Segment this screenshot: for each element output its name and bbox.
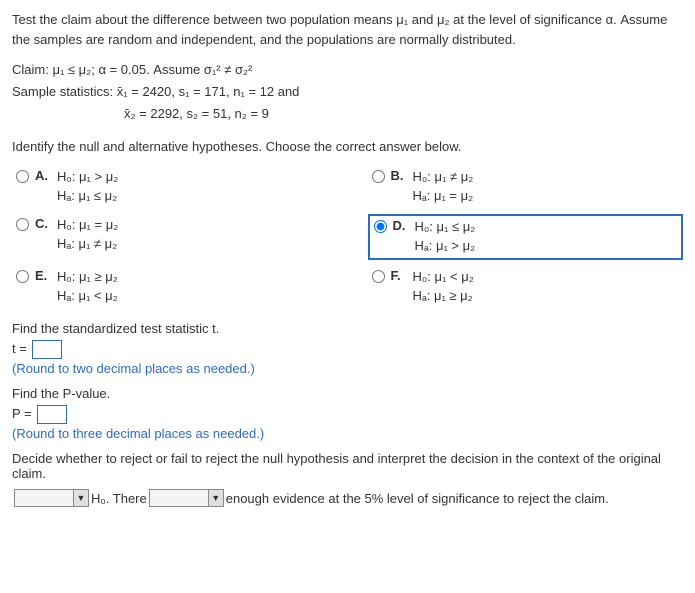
t-input[interactable] xyxy=(32,340,62,359)
choice-letter: C. xyxy=(35,216,51,231)
choice-a-text: H₀: μ₁ > μ₂Hₐ: μ₁ ≤ μ₂ xyxy=(57,168,118,206)
choice-letter: A. xyxy=(35,168,51,183)
choice-grid: A. H₀: μ₁ > μ₂Hₐ: μ₁ ≤ μ₂ B. H₀: μ₁ ≠ μ₂… xyxy=(12,166,683,307)
claim-line: Claim: μ₁ ≤ μ₂; α = 0.05. Assume σ₁² ≠ σ… xyxy=(12,59,683,81)
radio-e[interactable] xyxy=(16,270,29,283)
reject-dropdown[interactable]: ▼ xyxy=(14,489,89,507)
t-hint: (Round to two decimal places as needed.) xyxy=(12,361,683,376)
choice-letter: F. xyxy=(391,268,407,283)
chevron-down-icon: ▼ xyxy=(73,490,88,506)
choice-a[interactable]: A. H₀: μ₁ > μ₂Hₐ: μ₁ ≤ μ₂ xyxy=(12,166,328,208)
choice-letter: B. xyxy=(391,168,407,183)
choice-letter: E. xyxy=(35,268,51,283)
radio-b[interactable] xyxy=(372,170,385,183)
decision-instruction: Decide whether to reject or fail to reje… xyxy=(12,451,683,481)
choice-b[interactable]: B. H₀: μ₁ ≠ μ₂Hₐ: μ₁ = μ₂ xyxy=(368,166,684,208)
chevron-down-icon: ▼ xyxy=(208,490,223,506)
find-t-label: Find the standardized test statistic t. xyxy=(12,321,683,336)
choice-f-text: H₀: μ₁ < μ₂Hₐ: μ₁ ≥ μ₂ xyxy=(413,268,474,306)
p-hint: (Round to three decimal places as needed… xyxy=(12,426,683,441)
t-prefix: t = xyxy=(12,341,30,356)
final-text-2: enough evidence at the 5% level of signi… xyxy=(226,491,609,506)
choice-c-text: H₀: μ₁ = μ₂Hₐ: μ₁ ≠ μ₂ xyxy=(57,216,118,254)
choice-d-text: H₀: μ₁ ≤ μ₂Hₐ: μ₁ > μ₂ xyxy=(415,218,476,256)
intro-text: Test the claim about the difference betw… xyxy=(12,10,683,49)
p-prefix: P = xyxy=(12,406,35,421)
choice-f[interactable]: F. H₀: μ₁ < μ₂Hₐ: μ₁ ≥ μ₂ xyxy=(368,266,684,308)
choice-d[interactable]: D. H₀: μ₁ ≤ μ₂Hₐ: μ₁ > μ₂ xyxy=(368,214,684,260)
radio-c[interactable] xyxy=(16,218,29,231)
choice-c[interactable]: C. H₀: μ₁ = μ₂Hₐ: μ₁ ≠ μ₂ xyxy=(12,214,328,260)
choice-e-text: H₀: μ₁ ≥ μ₂Hₐ: μ₁ < μ₂ xyxy=(57,268,118,306)
find-p-label: Find the P-value. xyxy=(12,386,683,401)
choice-e[interactable]: E. H₀: μ₁ ≥ μ₂Hₐ: μ₁ < μ₂ xyxy=(12,266,328,308)
p-input[interactable] xyxy=(37,405,67,424)
sample-stats-1: Sample statistics: x̄₁ = 2420, s₁ = 171,… xyxy=(12,81,683,103)
evidence-dropdown[interactable]: ▼ xyxy=(149,489,224,507)
choice-b-text: H₀: μ₁ ≠ μ₂Hₐ: μ₁ = μ₂ xyxy=(413,168,474,206)
final-text-1: H₀. There xyxy=(91,491,147,506)
radio-a[interactable] xyxy=(16,170,29,183)
choice-letter: D. xyxy=(393,218,409,233)
radio-f[interactable] xyxy=(372,270,385,283)
radio-d[interactable] xyxy=(374,220,387,233)
hypothesis-question: Identify the null and alternative hypoth… xyxy=(12,139,683,154)
sample-stats-2: x̄₂ = 2292, s₂ = 51, n₂ = 9 xyxy=(12,103,683,125)
